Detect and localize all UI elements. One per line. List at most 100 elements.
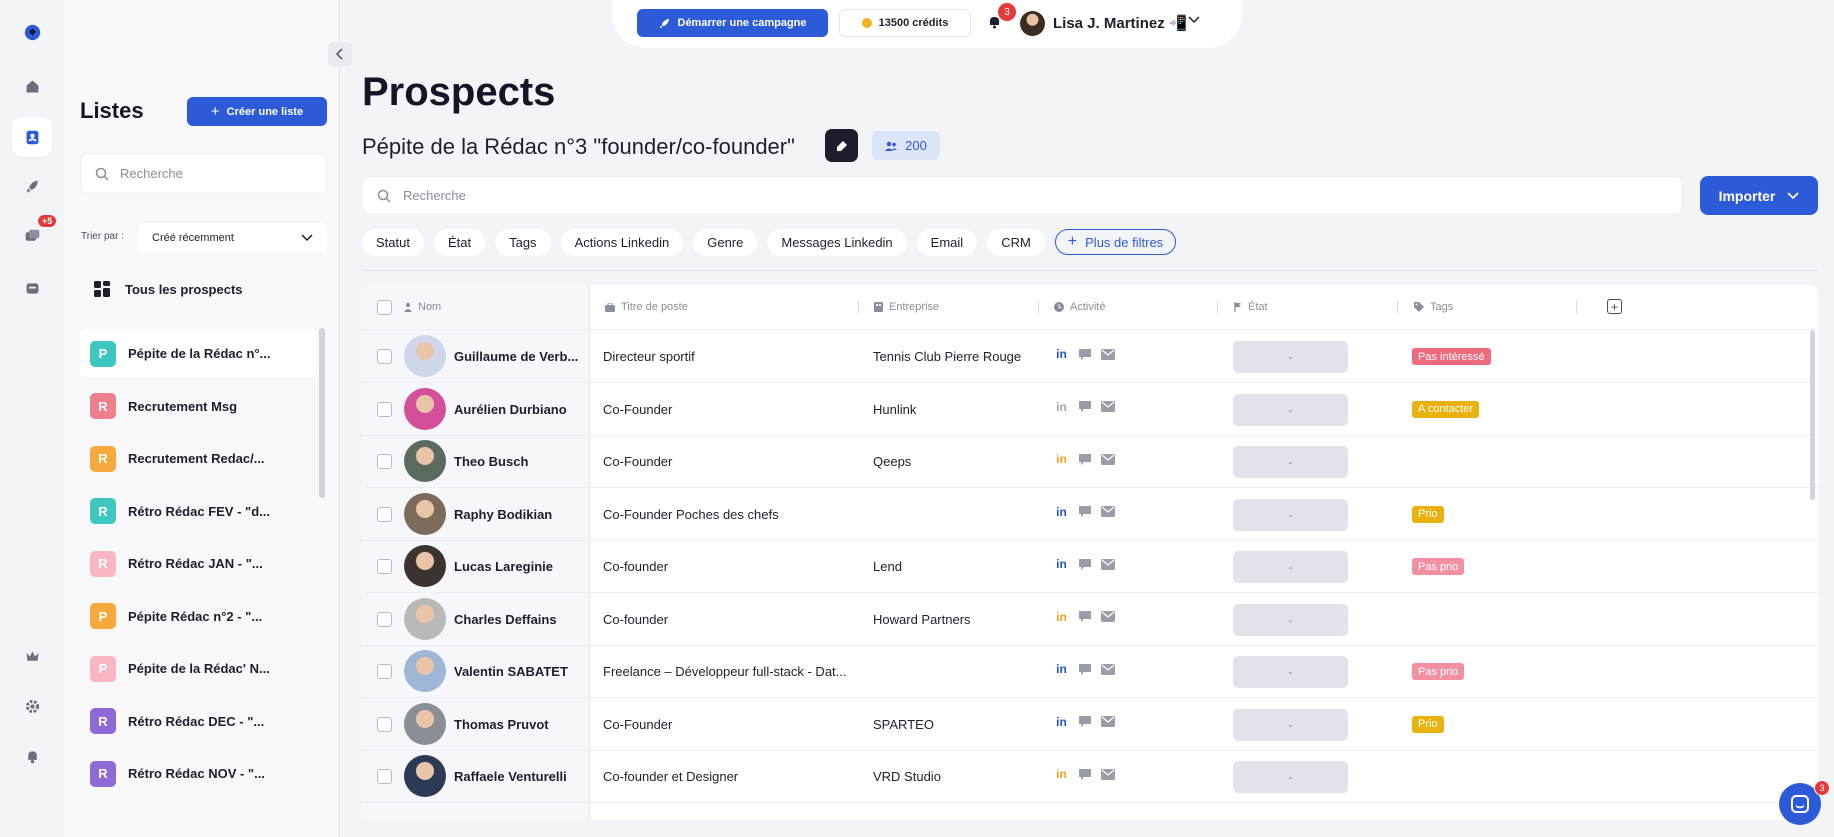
state-select[interactable]: - [1233, 761, 1348, 793]
sort-select[interactable]: Créé récemment [138, 223, 327, 252]
row-checkbox[interactable] [377, 769, 392, 784]
linkedin-icon[interactable]: in [1054, 505, 1069, 519]
col-activity[interactable]: Activité [1054, 301, 1105, 313]
table-row[interactable]: Lucas Lareginie Co-founder Lend in - Pas… [362, 540, 1818, 593]
tag-badge[interactable]: Pas prio [1412, 558, 1465, 575]
list-item[interactable]: R Rétro Rédac NOV - "... [80, 749, 316, 798]
linkedin-icon[interactable]: in [1054, 452, 1069, 466]
message-icon[interactable] [1078, 715, 1092, 728]
message-icon[interactable] [1078, 558, 1092, 571]
filter-chip[interactable]: Email [916, 229, 978, 256]
column-separator[interactable] [858, 301, 859, 314]
filter-chip[interactable]: Statut [362, 229, 424, 256]
list-item[interactable]: P Pépite Rédac n°2 - "... [80, 592, 316, 641]
column-separator[interactable] [1576, 301, 1577, 314]
tag-badge[interactable]: Prio [1412, 505, 1444, 523]
row-checkbox[interactable] [377, 716, 392, 732]
state-select[interactable]: - [1233, 551, 1348, 583]
col-name[interactable]: Nom [404, 301, 441, 313]
collapse-panel-button[interactable] [328, 42, 352, 66]
col-tags[interactable]: Tags [1414, 301, 1453, 313]
prospects-search-input[interactable]: Recherche [362, 176, 1683, 215]
filter-chip[interactable]: Tags [495, 229, 551, 256]
col-job[interactable]: Titre de poste [605, 301, 688, 313]
list-item[interactable]: P Pépite de la Rédac n°... [80, 329, 316, 378]
row-checkbox[interactable] [377, 454, 392, 469]
filter-chip[interactable]: Actions Linkedin [560, 229, 684, 256]
lists-search-input[interactable]: Recherche [80, 153, 327, 194]
table-row[interactable]: Theo Busch Co-Founder Qeeps in - [362, 435, 1818, 488]
message-icon[interactable] [1078, 610, 1092, 623]
table-row[interactable]: Charles Deffains Co-founder Howard Partn… [362, 593, 1818, 646]
prospect-name[interactable]: Lucas Lareginie [454, 559, 586, 574]
prospect-name[interactable]: Raffaele Venturelli [454, 769, 586, 784]
col-company[interactable]: Entreprise [874, 301, 939, 313]
email-icon[interactable] [1101, 663, 1115, 675]
prospect-name[interactable]: Valentin SABATET [454, 664, 586, 679]
linkedin-icon[interactable]: in [1054, 610, 1069, 624]
add-column-icon[interactable]: + [1607, 299, 1622, 314]
prospect-name[interactable]: Guillaume de Verb... [454, 349, 586, 364]
message-icon[interactable] [1078, 348, 1092, 361]
bell-rail-icon[interactable] [12, 736, 52, 776]
filter-chip[interactable]: Messages Linkedin [767, 229, 907, 256]
state-select[interactable]: - [1233, 708, 1348, 741]
prospect-name[interactable]: Aurélien Durbiano [454, 402, 586, 417]
tag-badge[interactable]: A contacter [1412, 400, 1480, 418]
email-icon[interactable] [1101, 716, 1115, 727]
lists-scrollbar[interactable] [319, 328, 325, 498]
state-select[interactable]: - [1233, 446, 1348, 478]
message-icon[interactable] [1078, 400, 1092, 413]
logo-icon[interactable] [12, 12, 52, 52]
prospect-name[interactable]: Raphy Bodikian [454, 507, 586, 522]
row-checkbox[interactable] [377, 349, 392, 364]
list-item[interactable]: R Recrutement Msg [80, 382, 316, 431]
linkedin-icon[interactable]: in [1054, 767, 1069, 781]
linkedin-icon[interactable]: in [1054, 557, 1069, 571]
message-icon[interactable] [1078, 453, 1092, 466]
list-item[interactable]: R Rétro Rédac DEC - "... [80, 697, 316, 746]
state-select[interactable]: - [1233, 498, 1348, 531]
settings-icon[interactable] [12, 686, 52, 726]
credits-button[interactable]: 13500 crédits [839, 9, 971, 37]
import-button[interactable]: Importer [1700, 176, 1818, 215]
state-select[interactable]: - [1233, 341, 1348, 373]
row-checkbox[interactable] [377, 664, 392, 679]
start-campaign-button[interactable]: Démarrer une campagne [637, 9, 828, 37]
table-row[interactable]: Valentin SABATET Freelance – Développeur… [362, 645, 1818, 698]
filter-chip[interactable]: État [433, 229, 486, 256]
tag-badge[interactable]: Pas intéressé [1412, 348, 1491, 365]
column-separator[interactable] [1397, 301, 1398, 314]
linkedin-icon[interactable]: in [1054, 715, 1069, 729]
column-separator[interactable] [1038, 301, 1039, 314]
prospect-name[interactable]: Theo Busch [454, 454, 586, 469]
email-icon[interactable] [1101, 768, 1115, 780]
table-row[interactable]: Raffaele Venturelli Co-founder et Design… [362, 750, 1818, 803]
email-icon[interactable] [1101, 453, 1115, 465]
chevron-down-icon[interactable] [1188, 16, 1200, 24]
col-state[interactable]: État [1234, 301, 1268, 313]
user-name[interactable]: Lisa J. Martinez 📲 [1053, 14, 1188, 32]
more-filters-button[interactable]: + Plus de filtres [1054, 229, 1177, 255]
list-item[interactable]: R Rétro Rédac JAN - "... [80, 539, 316, 588]
messages-icon[interactable]: +5 [12, 214, 58, 256]
tag-badge[interactable]: Prio [1412, 715, 1444, 733]
row-checkbox[interactable] [377, 559, 392, 574]
email-icon[interactable] [1101, 558, 1115, 570]
column-separator[interactable] [1217, 301, 1218, 314]
state-select[interactable]: - [1233, 603, 1348, 636]
list-item[interactable]: R Rétro Rédac FEV - "d... [80, 487, 316, 536]
table-scrollbar[interactable] [1810, 330, 1815, 500]
list-item[interactable]: P Pépite de la Rédac' N... [80, 644, 316, 693]
table-row[interactable]: Raphy Bodikian Co-Founder Poches des che… [362, 488, 1818, 541]
user-avatar[interactable] [1020, 11, 1045, 36]
state-select[interactable]: - [1233, 656, 1348, 688]
state-select[interactable]: - [1233, 393, 1348, 426]
contacts-icon[interactable] [12, 117, 52, 157]
linkedin-icon[interactable]: in [1054, 662, 1069, 676]
inbox-icon[interactable] [12, 268, 52, 308]
edit-list-button[interactable] [825, 129, 858, 162]
email-icon[interactable] [1101, 506, 1115, 517]
linkedin-icon[interactable]: in [1054, 400, 1069, 414]
row-checkbox[interactable] [377, 401, 392, 417]
